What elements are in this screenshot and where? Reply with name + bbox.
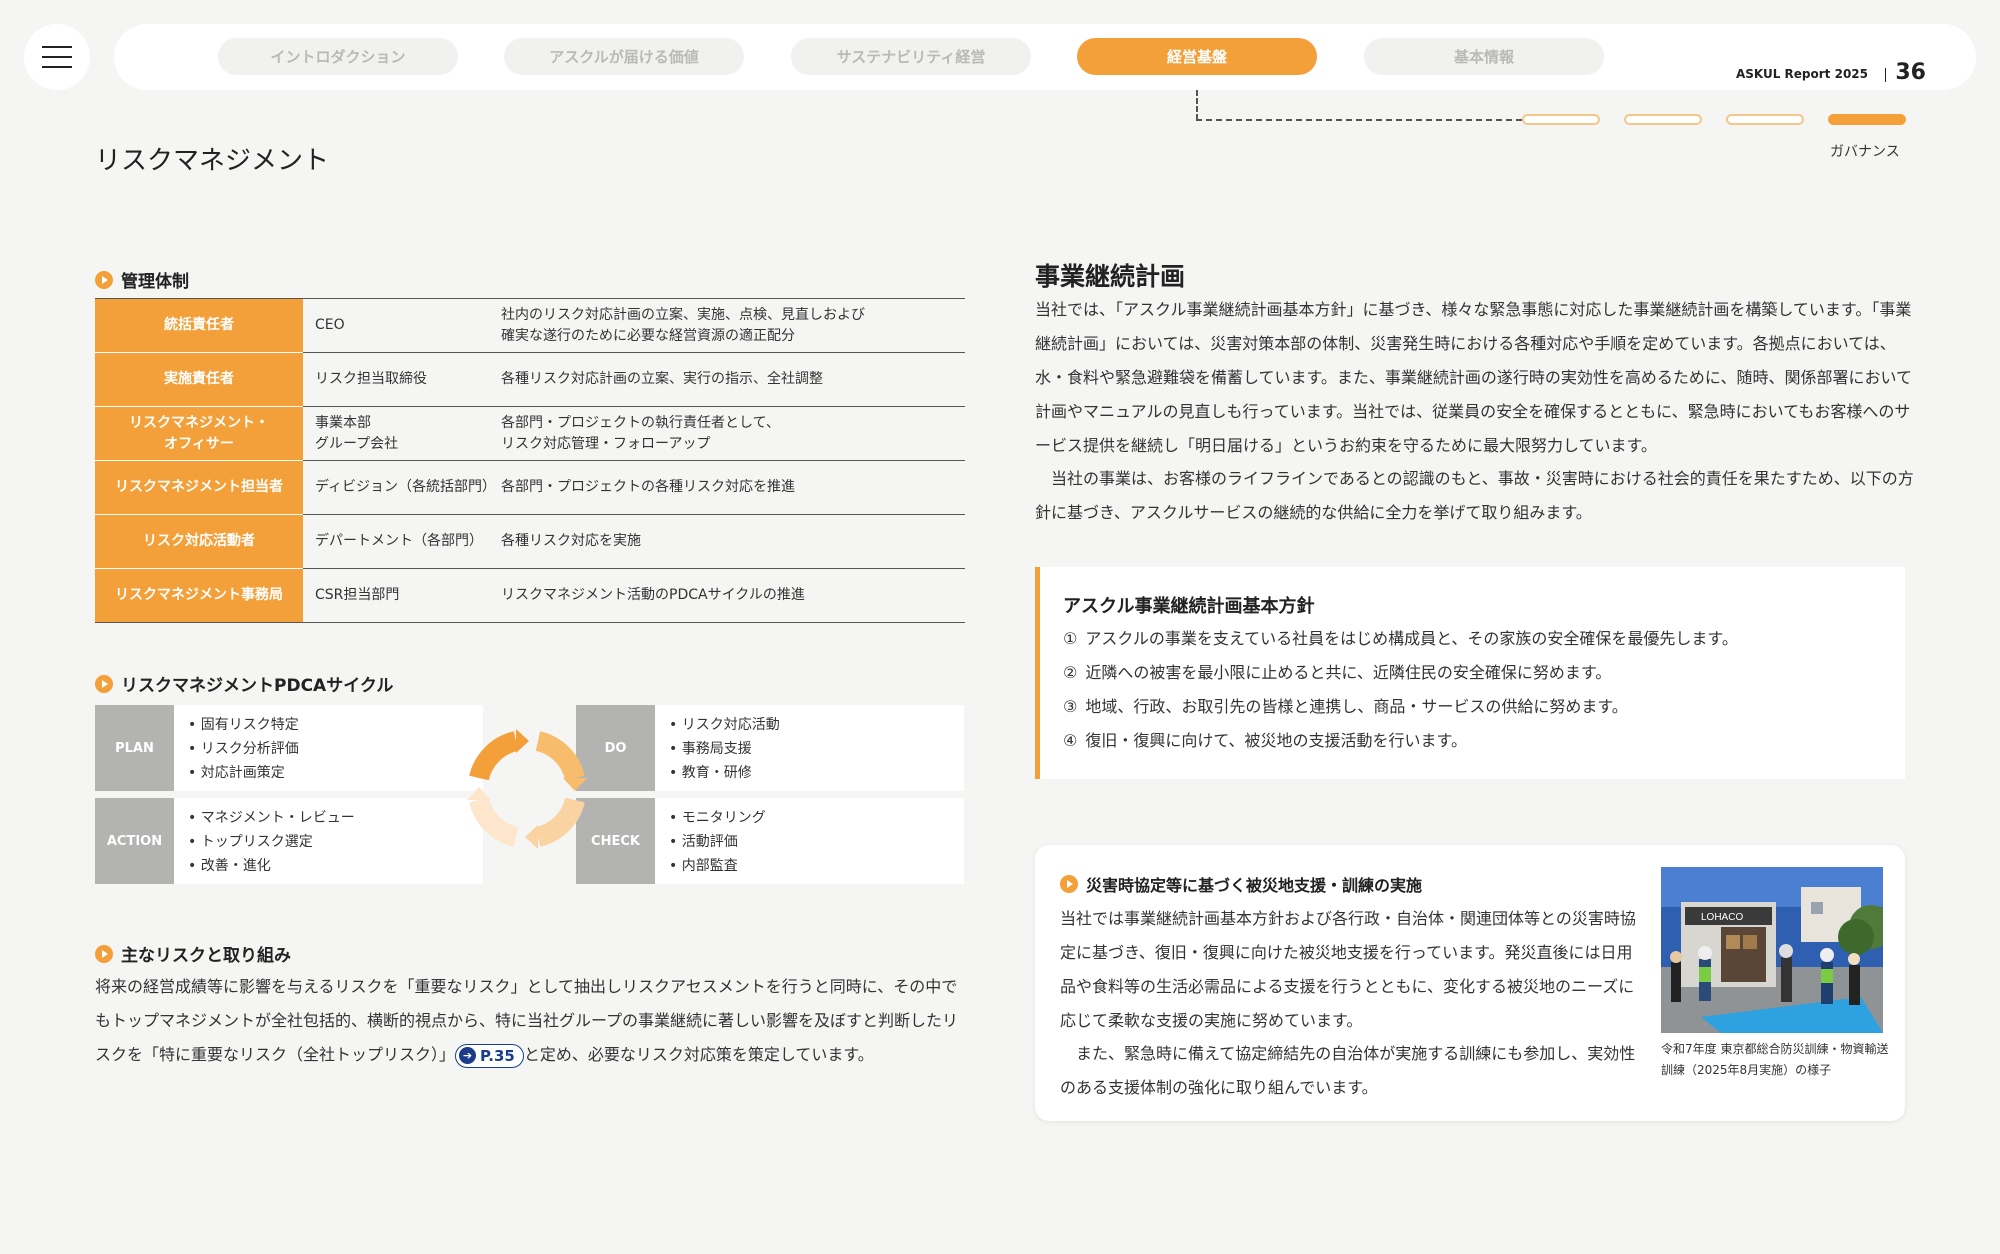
section-heading-pdca: リスクマネジメントPDCAサイクル [95,671,393,696]
section-heading-management: 管理体制 [95,267,189,292]
pdca-plan-box: PLAN 固有リスク特定 リスク分析評価 対応計画策定 [95,705,483,791]
page-number: 36 [1895,60,1926,85]
list-item: 事務局支援 [669,737,780,761]
management-role-cell: リスクマネジメント・ オフィサー [95,406,303,461]
management-owner-cell: デパートメント（各部門） [303,514,499,569]
training-photo: LOHACO [1661,867,1883,1033]
management-owner-cell: CSR担当部門 [303,568,499,623]
cycle-arc [535,731,585,781]
pdca-action-box: ACTION マネジメント・レビュー トップリスク選定 改善・進化 [95,798,483,884]
list-item: ① アスクルの事業を支えている社員をはじめ構成員と、その家族の安全確保を最優先しま… [1063,629,1738,648]
play-circle-icon [1060,875,1078,893]
page-reference-link[interactable]: ➔ P.35 [455,1043,524,1068]
tab-value[interactable]: アスクルが届ける価値 [504,38,744,75]
list-item: マネジメント・レビュー [188,806,355,830]
sub-nav-connector [1196,90,1198,120]
play-circle-icon [95,944,113,963]
svg-text:LOHACO: LOHACO [1701,912,1743,923]
sub-nav-connector [1196,119,1522,121]
sub-nav-pill[interactable] [1726,114,1804,125]
table-row: リスクマネジメント担当者 ディビジョン（各統括部門） 各部門・プロジェクトの各種リス… [95,460,965,515]
pdca-label-action: ACTION [95,798,174,884]
list-item: 活動評価 [669,830,766,854]
management-table: 統括責任者 CEO 社内のリスク対応計画の立案、実施、点検、見直しおよび 確実な遂行… [95,298,965,623]
list-item: 固有リスク特定 [188,713,299,737]
cycle-arc [469,797,519,847]
management-role-cell: リスクマネジメント担当者 [95,460,303,515]
photo-caption: 令和7年度 東京都総合防災訓練・物資輸送訓練（2025年8月実施）の様子 [1661,1042,1889,1077]
management-owner-cell: リスク担当取締役 [303,352,499,407]
management-role-cell: 実施責任者 [95,352,303,407]
tab-sustainability[interactable]: サステナビリティ経営 [791,38,1031,75]
management-owner-cell: 事業本部 グループ会社 [303,406,499,461]
section-heading-main-risks: 主なリスクと取り組み [95,941,291,966]
policy-title: アスクル事業継続計画基本方針 [1063,596,1315,617]
policy-list: ① アスクルの事業を支えている社員をはじめ構成員と、その家族の安全確保を最優先しま… [1063,622,1738,758]
management-description-cell: 各種リスク対応計画の立案、実行の指示、全社調整 [499,352,965,407]
play-circle-icon [95,270,113,289]
page-title: リスクマネジメント [95,146,330,176]
table-row: リスクマネジメント・ オフィサー 事業本部 グループ会社 各部門・プロジェクトの執行… [95,406,965,461]
sub-nav-label: ガバナンス [1830,144,1900,160]
bcp-paragraph: 当社の事業は、お客様のライフラインであるとの認識のもと、事故・災害時における社会… [1035,469,1914,522]
menu-button[interactable] [24,24,90,90]
list-item: ③ 地域、行政、お取引先の皆様と連携し、商品・サービスの供給に努めます。 [1063,697,1628,716]
section-heading-disaster: 災害時協定等に基づく被災地支援・訓練の実施 [1060,872,1422,896]
list-item: 内部監査 [669,854,766,878]
management-role-cell: リスクマネジメント事務局 [95,568,303,623]
management-description-cell: リスクマネジメント活動のPDCAサイクルの推進 [499,568,965,623]
list-item: トップリスク選定 [188,830,355,854]
table-row: リスクマネジメント事務局 CSR担当部門 リスクマネジメント活動のPDCAサイクルの… [95,568,965,623]
list-item: ② 近隣への被害を最小限に止めると共に、近隣住民の安全確保に努めます。 [1063,663,1612,682]
hamburger-icon [42,46,72,48]
sub-nav-pill[interactable] [1522,114,1600,125]
tab-management-foundation[interactable]: 経営基盤 [1077,38,1317,75]
management-description-cell: 各部門・プロジェクトの各種リスク対応を推進 [499,460,965,515]
divider [1885,68,1886,82]
tab-introduction[interactable]: イントロダクション [218,38,458,75]
disaster-paragraph: また、緊急時に備えて協定締結先の自治体が実施する訓練にも参加し、実効性のある支援… [1060,1044,1636,1097]
training-photo-image: LOHACO [1661,867,1883,1033]
cycle-arc [535,797,585,847]
list-item: モニタリング [669,806,766,830]
disaster-paragraph: 当社では事業継続計画基本方針および各行政・自治体・関連団体等との災害時協定に基づ… [1060,909,1636,1030]
table-row: 統括責任者 CEO 社内のリスク対応計画の立案、実施、点検、見直しおよび 確実な遂行… [95,298,965,353]
report-title: ASKUL Report 2025 [1735,67,1868,81]
bcp-paragraph: 当社では、「アスクル事業継続計画基本方針」に基づき、様々な緊急事態に対応した事業… [1035,300,1912,455]
play-circle-icon [95,674,113,693]
management-owner-cell: ディビジョン（各統括部門） [303,460,499,515]
management-description-cell: 各部門・プロジェクトの執行責任者として、 リスク対応管理・フォローアップ [499,406,965,461]
cycle-arc [469,731,519,781]
sub-nav-pill[interactable] [1624,114,1702,125]
pdca-plan-list: 固有リスク特定 リスク分析評価 対応計画策定 [174,705,299,791]
sub-nav-pill-governance[interactable] [1828,114,1906,125]
pdca-cycle-icon [467,729,587,849]
pdca-do-list: リスク対応活動 事務局支援 教育・研修 [655,705,780,791]
management-description-cell: 各種リスク対応を実施 [499,514,965,569]
pdca-check-box: CHECK モニタリング 活動評価 内部監査 [576,798,964,884]
top-nav: イントロダクション アスクルが届ける価値 サステナビリティ経営 経営基盤 基本情… [114,24,1976,90]
disaster-support-card: 災害時協定等に基づく被災地支援・訓練の実施 当社では事業継続計画基本方針および各… [1035,845,1905,1121]
bcp-title: 事業継続計画 [1035,262,1186,291]
list-item: リスク対応活動 [669,713,780,737]
bcp-policy-box: アスクル事業継続計画基本方針 ① アスクルの事業を支えている社員をはじめ構成員と、… [1035,567,1905,779]
main-risks-text: 将来の経営成績等に影響を与えるリスクを「重要なリスク」として抽出しリスクアセスメ… [95,970,967,1072]
arrow-circle-icon: ➔ [459,1047,477,1064]
table-row: 実施責任者 リスク担当取締役 各種リスク対応計画の立案、実行の指示、全社調整 [95,352,965,407]
pdca-action-list: マネジメント・レビュー トップリスク選定 改善・進化 [174,798,355,884]
management-role-cell: リスク対応活動者 [95,514,303,569]
management-owner-cell: CEO [303,298,499,353]
pdca-check-list: モニタリング 活動評価 内部監査 [655,798,766,884]
list-item: 改善・進化 [188,854,355,878]
list-item: リスク分析評価 [188,737,299,761]
list-item: 対応計画策定 [188,761,299,785]
management-description-cell: 社内のリスク対応計画の立案、実施、点検、見直しおよび 確実な遂行のために必要な経… [499,298,965,353]
pdca-do-box: DO リスク対応活動 事務局支援 教育・研修 [576,705,964,791]
tab-basic-info[interactable]: 基本情報 [1364,38,1604,75]
table-row: リスク対応活動者 デパートメント（各部門） 各種リスク対応を実施 [95,514,965,569]
list-item: ④ 復旧・復興に向けて、被災地の支援活動を行います。 [1063,731,1467,750]
list-item: 教育・研修 [669,761,780,785]
management-role-cell: 統括責任者 [95,298,303,353]
pdca-label-plan: PLAN [95,705,174,791]
